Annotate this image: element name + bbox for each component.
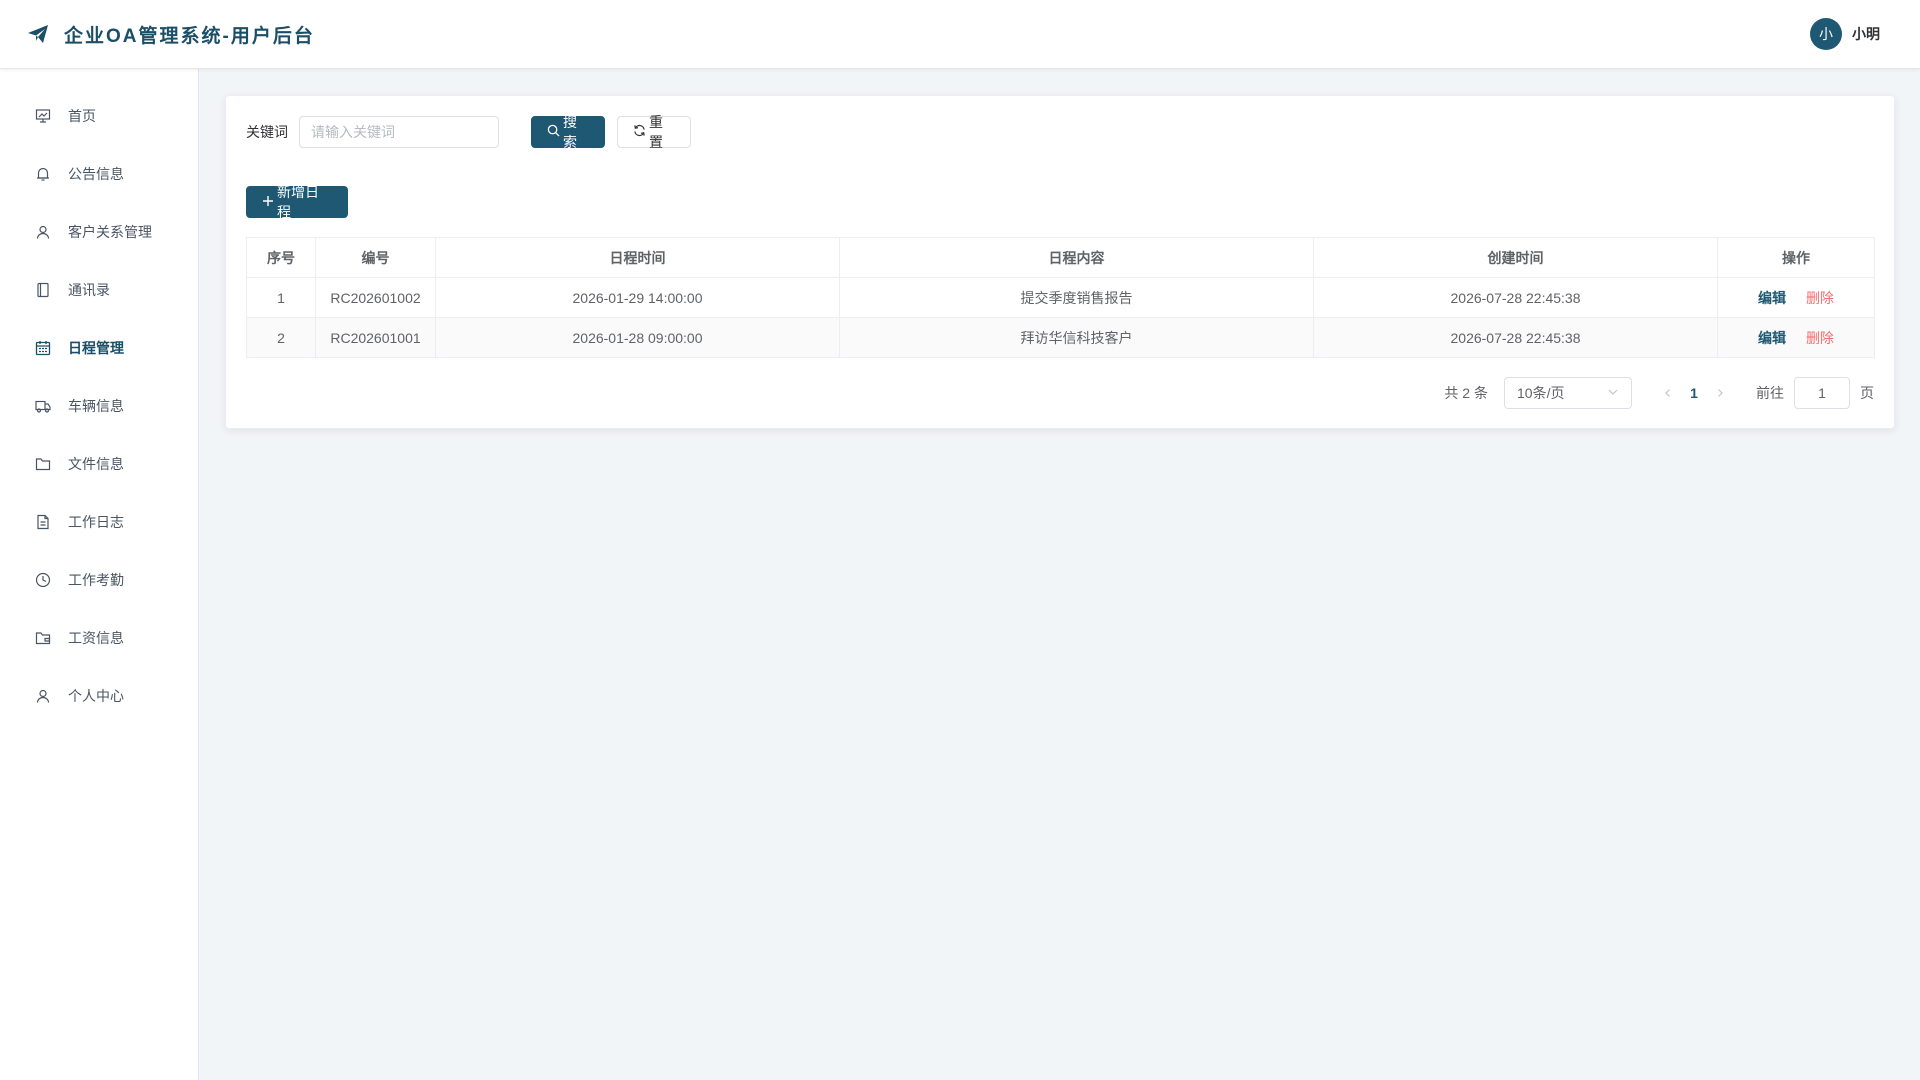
add-schedule-button[interactable]: 新增日程 [246,184,348,220]
sidebar-item-salary[interactable]: 工资信息 [0,609,198,667]
total-count: 共 2 条 [1444,385,1488,401]
sidebar-item-label: 日程管理 [68,340,124,356]
reset-button[interactable]: 重置 [617,114,691,150]
chevron-down-icon [1607,385,1619,401]
truck-icon [34,397,52,415]
sidebar-item-schedule[interactable]: 日程管理 [0,319,198,377]
cell-created: 2026-07-28 22:45:38 [1313,277,1718,318]
cell-schedule-time: 2026-01-28 09:00:00 [435,317,840,358]
sidebar-item-label: 客户关系管理 [68,224,152,240]
cell-actions: 编辑 删除 [1717,317,1875,358]
column-header: 日程内容 [839,237,1314,278]
sidebar-item-label: 公告信息 [68,166,124,182]
cell-code: RC202601001 [315,317,436,358]
column-header: 日程时间 [435,237,840,278]
goto-page-input[interactable] [1794,377,1850,409]
bell-icon [34,165,52,183]
cell-actions: 编辑 删除 [1717,277,1875,318]
sidebar-item-label: 工作考勤 [68,572,124,588]
prev-page-button[interactable] [1658,385,1678,401]
sidebar-item-label: 个人中心 [68,688,124,704]
sidebar-item-files[interactable]: 文件信息 [0,435,198,493]
refresh-icon [633,124,646,140]
sidebar-item-label: 车辆信息 [68,398,124,414]
sidebar-item-attendance[interactable]: 工作考勤 [0,551,198,609]
sidebar-item-label: 工作日志 [68,514,124,530]
page-unit-label: 页 [1860,385,1874,401]
calendar-icon [34,339,52,357]
sidebar-item-contacts[interactable]: 通讯录 [0,261,198,319]
sidebar-item-home[interactable]: 首页 [0,87,198,145]
top-header: 企业OA管理系统-用户后台 小 小明 [0,0,1920,69]
table-row: 2 RC202601001 2026-01-28 09:00:00 拜访华信科技… [246,317,1875,358]
cell-schedule-time: 2026-01-29 14:00:00 [435,277,840,318]
goto-label: 前往 [1756,385,1784,401]
presentation-icon [34,107,52,125]
table-header-row: 序号 编号 日程时间 日程内容 创建时间 操作 [246,237,1875,278]
sidebar-item-label: 通讯录 [68,282,110,298]
user-icon [34,687,52,705]
cell-content: 拜访华信科技客户 [839,317,1314,358]
table-row: 1 RC202601002 2026-01-29 14:00:00 提交季度销售… [246,277,1875,318]
avatar[interactable]: 小 [1810,18,1842,50]
delete-link[interactable]: 删除 [1806,290,1834,306]
user-name[interactable]: 小明 [1852,24,1880,44]
edit-link[interactable]: 编辑 [1758,290,1786,306]
page-number-current[interactable]: 1 [1678,385,1710,401]
user-menu[interactable]: 小 小明 [1810,18,1880,50]
column-header: 编号 [315,237,436,278]
sidebar: 首页 公告信息 客户关系管理 通讯录 日程管理 车辆信息 文件信息 工作日志 工… [0,69,199,1080]
brand: 企业OA管理系统-用户后台 [26,21,315,48]
search-button-label: 搜索 [563,114,577,150]
sidebar-item-label: 文件信息 [68,456,124,472]
column-header: 创建时间 [1313,237,1718,278]
reset-button-label: 重置 [649,114,663,150]
keyword-input[interactable] [299,116,499,148]
sidebar-item-label: 首页 [68,108,96,124]
schedule-table: 序号 编号 日程时间 日程内容 创建时间 操作 1 RC202601002 20… [246,237,1875,358]
cell-index: 2 [246,317,316,358]
column-header: 序号 [246,237,316,278]
add-schedule-label: 新增日程 [277,184,319,220]
document-icon [34,513,52,531]
sidebar-item-vehicle[interactable]: 车辆信息 [0,377,198,435]
column-header: 操作 [1717,237,1875,278]
app-title: 企业OA管理系统-用户后台 [64,25,315,47]
edit-link[interactable]: 编辑 [1758,330,1786,346]
paper-plane-icon [26,22,50,46]
page-size-value: 10条/页 [1517,385,1565,401]
plus-icon [262,194,274,210]
keyword-label: 关键词 [246,124,288,140]
notebook-icon [34,281,52,299]
pagination: 共 2 条 10条/页 1 前往 页 [1444,377,1874,409]
next-page-button[interactable] [1710,385,1730,401]
sidebar-item-notice[interactable]: 公告信息 [0,145,198,203]
search-icon [547,124,560,140]
sidebar-item-crm[interactable]: 客户关系管理 [0,203,198,261]
search-button[interactable]: 搜索 [531,114,605,150]
delete-link[interactable]: 删除 [1806,330,1834,346]
clock-icon [34,571,52,589]
cell-code: RC202601002 [315,277,436,318]
cell-content: 提交季度销售报告 [839,277,1314,318]
sidebar-item-worklog[interactable]: 工作日志 [0,493,198,551]
wallet-folder-icon [34,629,52,647]
schedule-panel: 关键词 搜索 重置 新增日程 序号 编号 日 [225,95,1895,429]
page-size-select[interactable]: 10条/页 [1504,377,1632,409]
cell-created: 2026-07-28 22:45:38 [1313,317,1718,358]
user-icon [34,223,52,241]
folder-icon [34,455,52,473]
cell-index: 1 [246,277,316,318]
sidebar-item-label: 工资信息 [68,630,124,646]
sidebar-item-profile[interactable]: 个人中心 [0,667,198,725]
search-bar: 关键词 搜索 重置 [246,114,691,150]
